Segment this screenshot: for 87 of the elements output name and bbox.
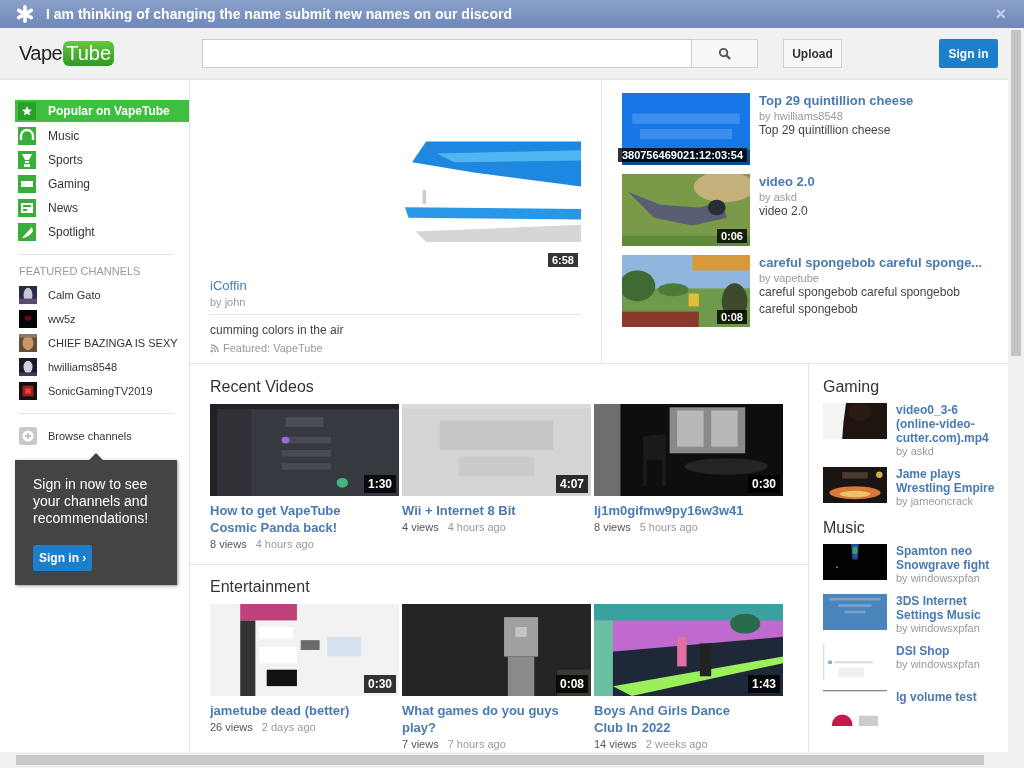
sidebar-item[interactable]: Gaming	[15, 172, 189, 196]
upload-age: 4 hours ago	[447, 521, 506, 533]
upload-age: 2 days ago	[261, 721, 316, 733]
view-count: 26 views	[210, 721, 253, 733]
video-title[interactable]: video 2.0	[759, 174, 989, 189]
duration-badge: 4:07	[555, 475, 588, 493]
duration-badge: 380756469021:12:03:54	[617, 148, 747, 162]
scrollbar-thumb[interactable]	[1011, 30, 1021, 356]
section-heading: FEATURED CHANNELS	[19, 265, 142, 277]
video-title[interactable]: What games do you guys play?	[402, 702, 591, 736]
channel-item[interactable]: Calm Gato	[15, 283, 189, 307]
video-author: by windowsxpfan	[896, 572, 981, 584]
spotlight-icon	[18, 223, 36, 241]
sidebar-item[interactable]: Spotlight	[15, 220, 189, 244]
duration-badge: 0:08	[555, 675, 588, 693]
upload-age: 7 hours ago	[447, 738, 506, 750]
video-title[interactable]: Spamton neo Snowgrave fight	[896, 544, 996, 572]
video-description: careful spongebob careful spongebob careful spongebob	[759, 284, 961, 318]
search-field[interactable]	[202, 39, 692, 68]
browse-channels-link[interactable]: Browse channels	[15, 424, 189, 448]
featured-source: Featured: VapeTube	[223, 342, 323, 354]
video-title[interactable]: Jame plays Wrestling Empire	[896, 467, 996, 495]
section-heading: Gaming	[823, 378, 881, 396]
video-title[interactable]: jametube dead (better)	[210, 702, 399, 719]
video-author: by john	[210, 296, 247, 308]
rss-icon	[210, 343, 219, 353]
view-count: 4 views	[402, 521, 439, 533]
video-title[interactable]: iCoffin	[210, 278, 581, 293]
video-author: by jameoncrack	[896, 495, 975, 507]
upload-age: 4 hours ago	[255, 538, 314, 550]
video-title[interactable]: lj1m0gifmw9py16w3w41	[594, 502, 783, 519]
video-author: by windowsxpfan	[896, 658, 981, 670]
video-description: Top 29 quintillion cheese	[759, 122, 892, 139]
channel-item[interactable]: SonicGamingTV2019	[15, 379, 189, 403]
video-author: by vapetube	[759, 272, 820, 284]
video-title[interactable]: careful spongebob careful sponge...	[759, 255, 989, 270]
newspaper-icon	[18, 199, 36, 217]
video-title[interactable]: How to get VapeTube Cosmic Panda back!	[210, 502, 399, 536]
sidebar-item[interactable]: Music	[15, 124, 189, 148]
banner-text: I am thinking of changing the name submit new names on our discord	[46, 6, 513, 22]
duration-badge: 1:43	[747, 675, 780, 693]
search-icon	[718, 47, 731, 60]
channel-item[interactable]: hwilliams8548	[15, 355, 189, 379]
video-author: by hwilliams8548	[759, 110, 844, 122]
view-count: 8 views	[210, 538, 247, 550]
duration-badge: 0:08	[716, 310, 747, 324]
video-title[interactable]: Wii + Internet 8 Bit	[402, 502, 591, 519]
headphones-icon	[18, 127, 36, 145]
video-title[interactable]: Boys And Girls Dance Club In 2022	[594, 702, 783, 736]
view-count: 8 views	[594, 521, 631, 533]
sign-in-button[interactable]: Sign in	[939, 39, 998, 68]
section-heading: Music	[823, 519, 866, 537]
upload-button[interactable]: Upload	[783, 39, 842, 68]
video-description: cumming colors in the air	[210, 323, 345, 337]
video-author: by askd	[759, 191, 798, 203]
duration-badge: 1:30	[363, 475, 396, 493]
sidebar-item[interactable]: Popular on VapeTube	[15, 100, 189, 122]
video-author: by askd	[896, 445, 935, 457]
video-title[interactable]: Top 29 quintillion cheese	[759, 93, 989, 108]
sidebar-item[interactable]: Sports	[15, 148, 189, 172]
channel-item[interactable]: ww5z	[15, 307, 189, 331]
view-count: 7 views	[402, 738, 439, 750]
sidebar-item[interactable]: News	[15, 196, 189, 220]
trophy-icon	[18, 151, 36, 169]
upload-age: 2 weeks ago	[645, 738, 708, 750]
logo[interactable]: Vape Tube	[19, 41, 202, 66]
duration-badge: 0:30	[363, 675, 396, 693]
section-heading: Recent Videos	[210, 378, 315, 396]
video-description: video 2.0	[759, 203, 809, 220]
video-title[interactable]: DSI Shop	[896, 644, 996, 658]
promo-text: Sign in now to see your channels and recommendations!	[33, 476, 150, 527]
section-heading: Entertainment	[210, 578, 311, 596]
scrollbar-thumb[interactable]	[16, 755, 984, 765]
video-title[interactable]: video0_3-6 (online-video-cutter.com).mp4	[896, 403, 996, 445]
view-count: 14 views	[594, 738, 637, 750]
plus-icon	[19, 427, 37, 445]
search-button[interactable]	[692, 39, 758, 68]
asterisk-icon	[16, 5, 34, 23]
duration-badge: 0:30	[747, 475, 780, 493]
sign-in-button[interactable]: Sign in ›	[33, 545, 93, 571]
channel-item[interactable]: CHIEF BAZINGA IS SEXY	[15, 331, 189, 355]
duration-badge: 6:58	[547, 253, 578, 267]
video-author: by windowsxpfan	[896, 622, 981, 634]
duration-badge: 0:06	[716, 229, 747, 243]
video-title[interactable]: 3DS Internet Settings Music	[896, 594, 996, 622]
upload-age: 5 hours ago	[639, 521, 698, 533]
video-title[interactable]: lg volume test	[896, 690, 996, 704]
